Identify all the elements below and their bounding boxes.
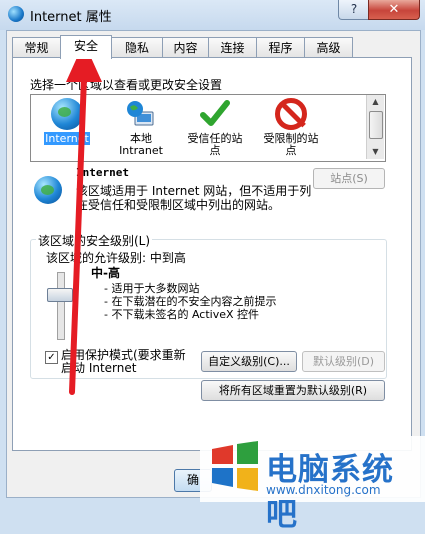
tab-security[interactable]: 安全 (60, 35, 112, 59)
watermark-url: www.dnxitong.com (266, 483, 381, 497)
red-arrow-annotation (66, 42, 102, 395)
watermark-logo-icon (210, 441, 260, 491)
